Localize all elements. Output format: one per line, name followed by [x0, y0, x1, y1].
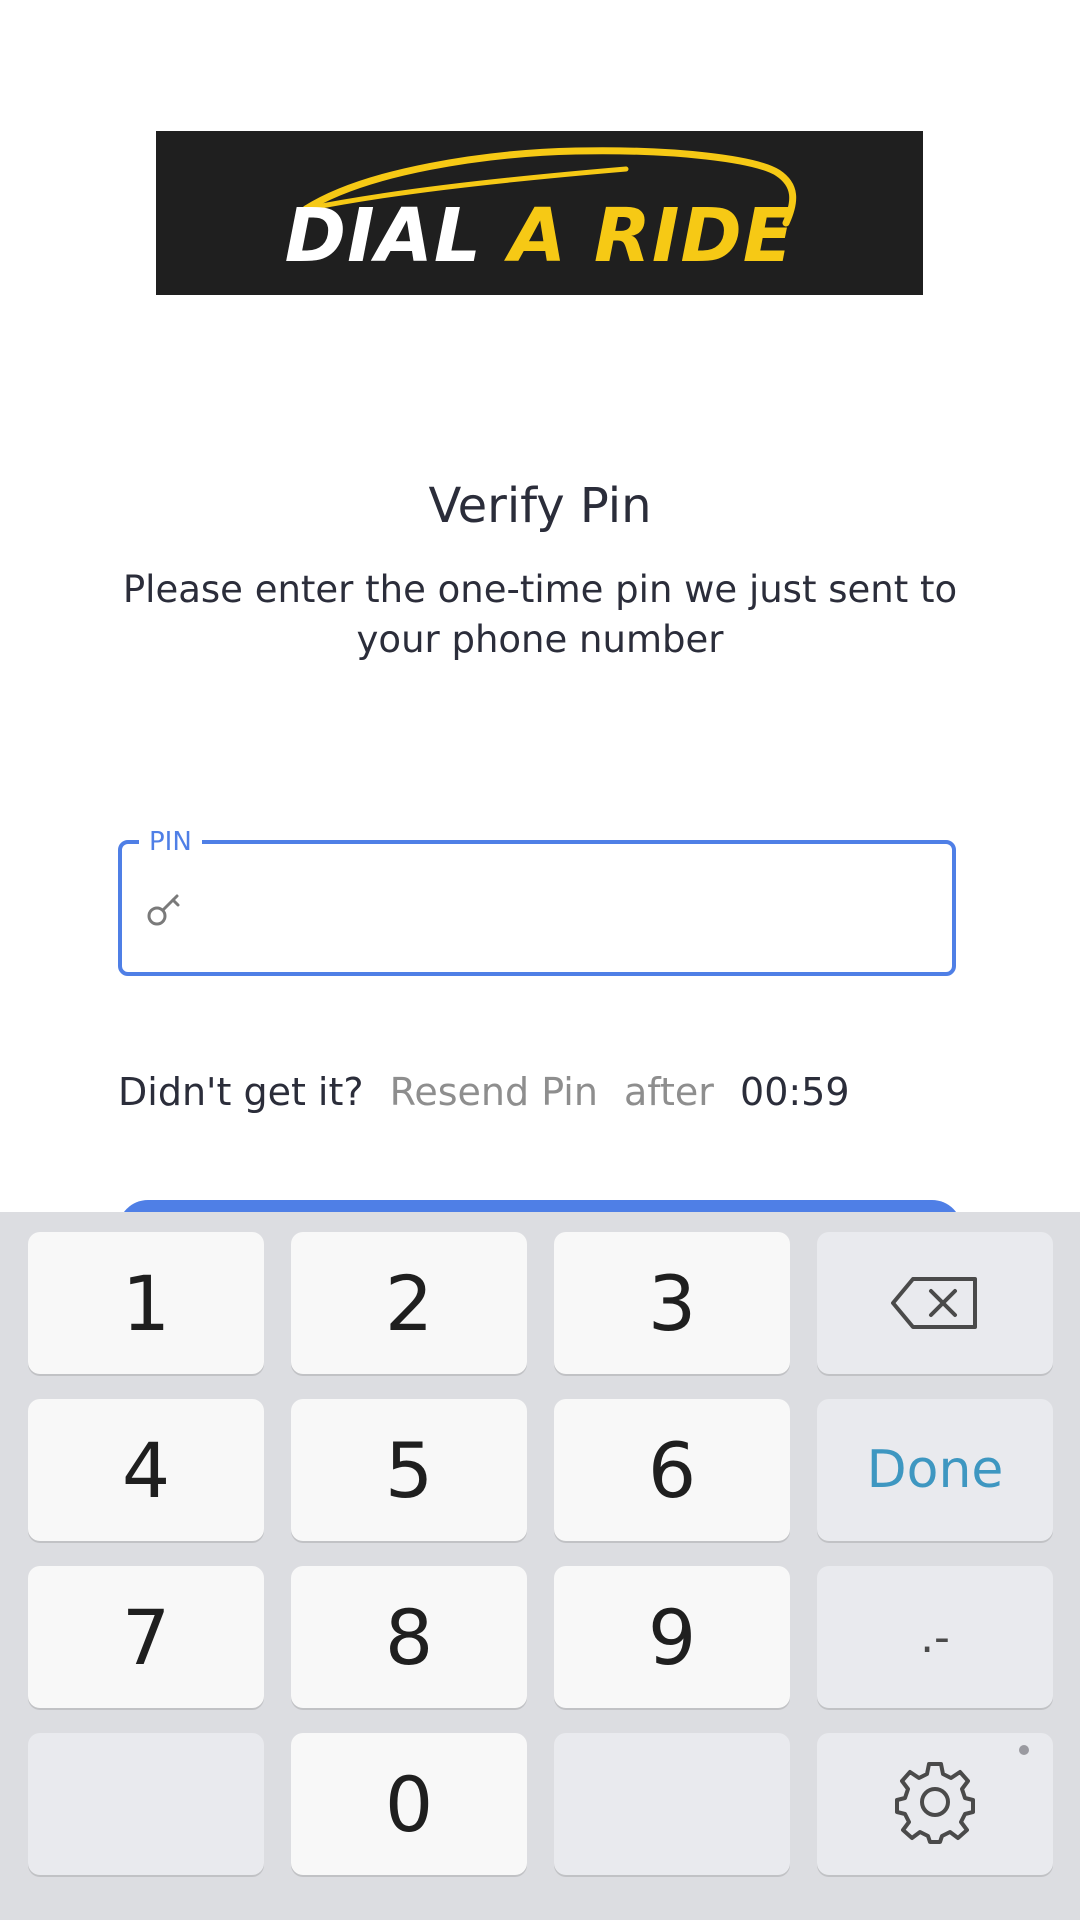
backspace-key[interactable] — [817, 1232, 1053, 1374]
key-5[interactable]: 5 — [291, 1399, 527, 1541]
key-6[interactable]: 6 — [554, 1399, 790, 1541]
gear-icon — [895, 1762, 975, 1844]
key-3[interactable]: 3 — [554, 1232, 790, 1374]
dial-a-ride-logo: DIAL A RIDE — [156, 131, 923, 295]
page-title: Verify Pin — [428, 478, 652, 534]
resend-after-label: after — [624, 1070, 714, 1114]
dot-dash-key[interactable]: .- — [817, 1566, 1053, 1708]
backspace-icon — [891, 1277, 977, 1329]
blank-key-right — [554, 1733, 790, 1875]
page-subtitle: Please enter the one-time pin we just se… — [122, 568, 958, 661]
resend-row: Didn't get it? Resend Pin after 00:59 — [118, 1070, 864, 1114]
pin-input[interactable] — [200, 870, 934, 952]
key-7[interactable]: 7 — [28, 1566, 264, 1708]
key-8[interactable]: 8 — [291, 1566, 527, 1708]
numeric-keyboard: 1 2 3 4 5 6 Done 7 8 9 .- 0 — [0, 1212, 1080, 1920]
resend-pin-link[interactable]: Resend Pin — [390, 1070, 598, 1114]
logo-text-white: DIAL — [284, 193, 509, 279]
key-2[interactable]: 2 — [291, 1232, 527, 1374]
resend-timer: 00:59 — [740, 1070, 850, 1114]
done-key[interactable]: Done — [817, 1399, 1053, 1541]
logo-text-yellow: A RIDE — [508, 193, 795, 279]
logo-text: DIAL A RIDE — [156, 193, 923, 279]
key-9[interactable]: 9 — [554, 1566, 790, 1708]
indicator-dot — [1019, 1745, 1029, 1755]
key-4[interactable]: 4 — [28, 1399, 264, 1541]
key-1[interactable]: 1 — [28, 1232, 264, 1374]
pin-field-label: PIN — [139, 824, 202, 860]
blank-key-left — [28, 1733, 264, 1875]
resend-prompt: Didn't get it? — [118, 1070, 364, 1114]
key-0[interactable]: 0 — [291, 1733, 527, 1875]
key-icon — [147, 894, 180, 926]
settings-key[interactable] — [817, 1733, 1053, 1875]
